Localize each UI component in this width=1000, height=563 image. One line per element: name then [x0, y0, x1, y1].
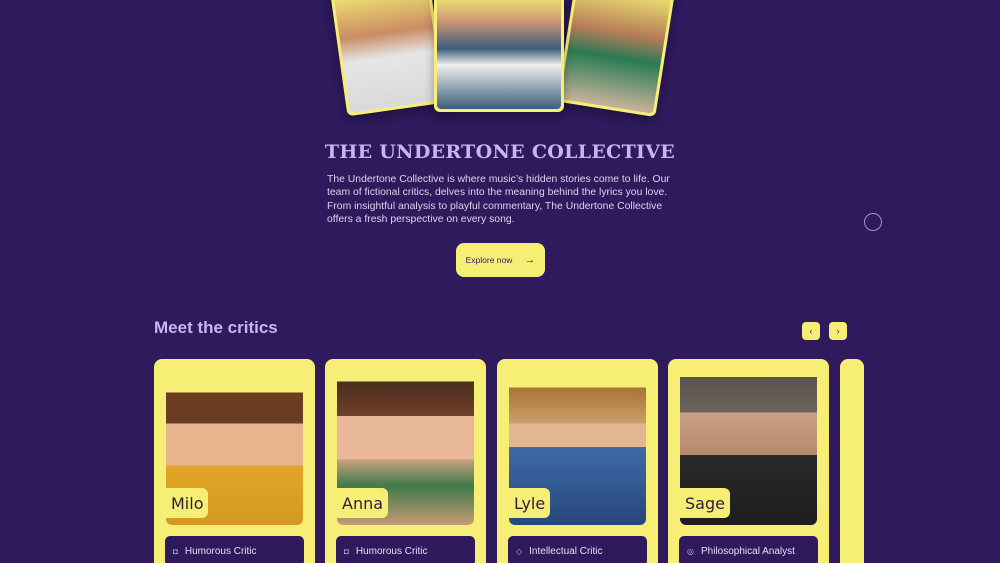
cursor-ring-icon: [864, 213, 882, 231]
critic-card-sage[interactable]: Sage ◎ Philosophical Analyst: [668, 359, 829, 563]
arrow-right-icon: →: [524, 254, 536, 266]
critic-role-badge: ◘ Humorous Critic: [165, 536, 304, 563]
mask-icon: ◘: [173, 546, 178, 556]
critic-card-anna[interactable]: Anna ◘ Humorous Critic: [325, 359, 486, 563]
hero-description: The Undertone Collective is where music’…: [327, 174, 670, 226]
hero-photo-left: [329, 0, 447, 117]
chevron-left-icon: ‹: [809, 326, 813, 336]
critic-role: Intellectual Critic: [529, 545, 603, 557]
explore-now-button[interactable]: Explore now →: [456, 243, 545, 277]
section-title: Meet the critics: [154, 318, 278, 337]
critic-role: Humorous Critic: [355, 545, 428, 557]
critic-role: Humorous Critic: [184, 545, 257, 557]
critic-role: Philosophical Analyst: [700, 545, 795, 557]
critic-name: Milo: [166, 488, 209, 518]
hero-photo-right: [556, 0, 676, 118]
critic-role-badge: ◇ Intellectual Critic: [508, 536, 647, 563]
critic-role-badge: ◎ Philosophical Analyst: [679, 536, 818, 563]
critic-name: Anna: [337, 488, 389, 518]
carousel-prev-button[interactable]: ‹: [802, 322, 820, 340]
critic-card-lyle[interactable]: Lyle ◇ Intellectual Critic: [497, 359, 658, 563]
brain-icon: ◎: [687, 546, 694, 556]
chevron-right-icon: ›: [836, 326, 840, 336]
hero-photo-collage: [329, 0, 676, 118]
critic-role-badge: ◘ Humorous Critic: [336, 536, 475, 563]
critic-card-milo[interactable]: Milo ◘ Humorous Critic: [154, 359, 315, 563]
mask-icon: ◘: [344, 546, 349, 556]
graduation-cap-icon: ◇: [516, 546, 523, 556]
page-title: THE UNDERTONE COLLECTIVE: [324, 141, 676, 163]
hero-photo-center: [434, 0, 564, 112]
critic-name: Sage: [680, 488, 730, 518]
explore-now-label: Explore now: [465, 255, 513, 265]
critic-card-next-peek[interactable]: [840, 359, 864, 563]
critics-carousel: Milo ◘ Humorous Critic Anna ◘ Humorous C…: [154, 359, 1000, 563]
carousel-next-button[interactable]: ›: [829, 322, 847, 340]
critic-name: Lyle: [509, 488, 551, 518]
